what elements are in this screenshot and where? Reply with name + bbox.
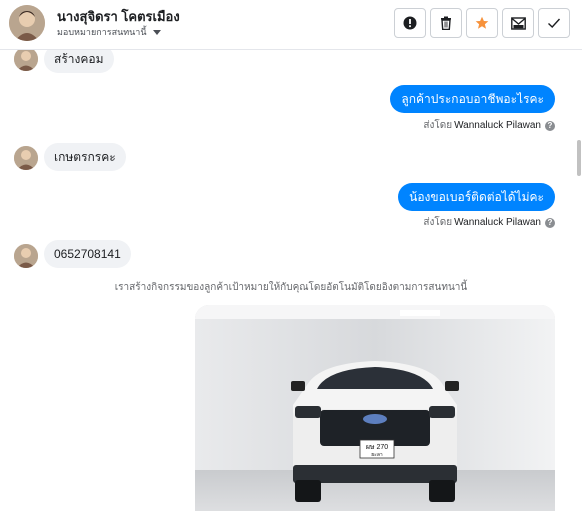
help-icon[interactable]: ? (545, 217, 555, 228)
message-thread[interactable]: สร้างคอม ลูกค้าประกอบอาชีพอะไรคะ ส่งโดย … (0, 50, 582, 511)
contact-avatar-small (14, 146, 38, 170)
mark-unread-button[interactable] (502, 8, 534, 38)
contact-name[interactable]: นางสุจิดรา โคตรเมือง (57, 6, 180, 27)
star-icon (475, 16, 489, 29)
sender-name: Wannaluck Pilawan (454, 217, 541, 228)
sender-name: Wannaluck Pilawan (454, 120, 541, 131)
delete-button[interactable] (430, 8, 462, 38)
outgoing-message[interactable]: ลูกค้าประกอบอาชีพอะไรคะ (390, 85, 555, 113)
trash-icon (441, 16, 451, 30)
envelope-icon (510, 16, 526, 30)
plate-text-line2: ยะลา (371, 452, 383, 458)
help-icon[interactable]: ? (545, 120, 555, 131)
conversation-header: นางสุจิดรา โคตรเมือง มอบหมายการสนทนานี้ (0, 0, 582, 50)
plate-text-line1: ผษ 270 (366, 444, 388, 451)
contact-avatar[interactable] (9, 5, 45, 41)
contact-avatar-small (14, 50, 38, 71)
check-icon (548, 18, 561, 28)
sent-by-label: ส่งโดย Wannaluck Pilawan ? (423, 215, 555, 230)
sent-by-prefix: ส่งโดย (423, 217, 453, 228)
outgoing-message[interactable]: น้องขอเบอร์ติดต่อได้ไม่คะ (398, 183, 555, 211)
incoming-message[interactable]: เกษตรกรคะ (44, 143, 126, 171)
mark-done-button[interactable] (538, 8, 570, 38)
incoming-message[interactable]: 0652708141 (44, 240, 131, 268)
scrollbar-thumb[interactable] (577, 140, 581, 176)
star-button[interactable] (466, 8, 498, 38)
incoming-message[interactable]: สร้างคอม (44, 50, 114, 73)
scrollbar[interactable] (576, 50, 582, 511)
assign-conversation-dropdown[interactable]: มอบหมายการสนทนานี้ (57, 25, 161, 39)
sent-by-prefix: ส่งโดย (423, 120, 453, 131)
lead-activity-notice: เราสร้างกิจกรรมของลูกค้าเป้าหมายให้กับคุ… (114, 282, 468, 293)
chevron-down-icon (152, 29, 161, 35)
mark-spam-button[interactable] (394, 8, 426, 38)
exclamation-icon (403, 16, 417, 30)
assign-label: มอบหมายการสนทนานี้ (57, 27, 147, 37)
car-photo-attachment[interactable]: ผษ 270 ยะลา (195, 305, 555, 511)
sent-by-label: ส่งโดย Wannaluck Pilawan ? (423, 118, 555, 133)
conversation-actions (394, 8, 570, 38)
contact-avatar-small (14, 244, 38, 268)
